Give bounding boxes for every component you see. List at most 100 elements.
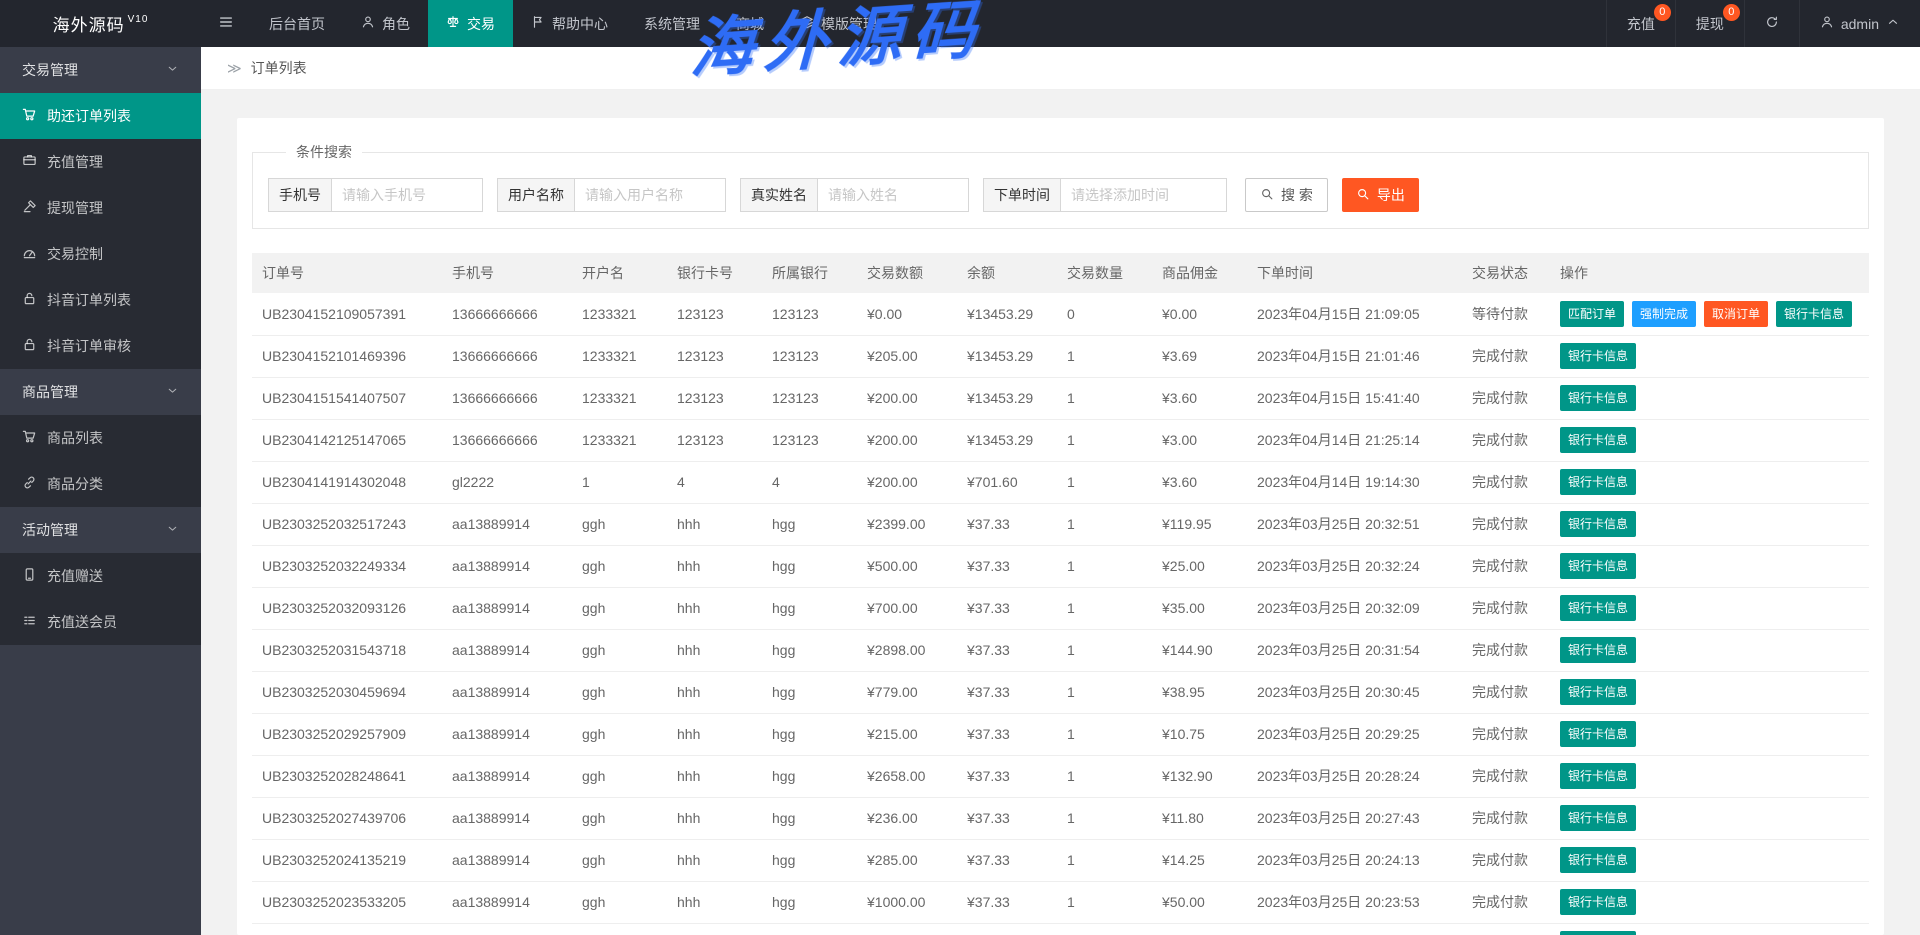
- flag-icon: [531, 15, 545, 32]
- nav-tab-mall[interactable]: 商城: [718, 0, 782, 47]
- order-time-filter-input[interactable]: [1061, 179, 1226, 211]
- sidebar-item-recharge-vip[interactable]: 充值送会员: [0, 599, 201, 645]
- row-actions: 银行卡信息: [1550, 545, 1869, 588]
- cell-phone: aa13889914: [442, 797, 572, 840]
- cell-bank: hgg: [762, 839, 857, 882]
- nav-tab-home[interactable]: 后台首页: [251, 0, 343, 47]
- cell-card-no: hhh: [667, 923, 762, 935]
- cell-quantity: 0: [1057, 293, 1152, 336]
- bank-card-info-button[interactable]: 银行卡信息: [1560, 721, 1637, 747]
- briefcase-icon: [22, 153, 37, 171]
- cell-order-no: UB2303252032249334: [252, 545, 442, 588]
- force-complete-button[interactable]: 强制完成: [1632, 300, 1697, 327]
- cell-order-time: 2023年03月25日 20:24:13: [1247, 839, 1462, 882]
- cell-card-no: hhh: [667, 713, 762, 756]
- bank-card-info-button[interactable]: 银行卡信息: [1560, 847, 1637, 873]
- cell-bank: 123123: [762, 335, 857, 378]
- sidebar-item-douyin-order-review[interactable]: 抖音订单审核: [0, 323, 201, 369]
- bank-card-info-button[interactable]: 银行卡信息: [1560, 679, 1637, 705]
- sidebar-item-assist-order-list[interactable]: 助还订单列表: [0, 93, 201, 139]
- cart-icon: [22, 107, 37, 125]
- bank-card-info-button[interactable]: 银行卡信息: [1560, 553, 1637, 579]
- bank-card-info-button[interactable]: 银行卡信息: [1776, 300, 1853, 327]
- cell-account-name: 1: [572, 461, 667, 504]
- bank-card-info-button[interactable]: 银行卡信息: [1560, 931, 1637, 935]
- cell-quantity: 1: [1057, 839, 1152, 882]
- sidebar-item-goods-category[interactable]: 商品分类: [0, 461, 201, 507]
- cell-bank: hgg: [762, 587, 857, 630]
- username-filter-input[interactable]: [575, 179, 725, 211]
- row-actions: 银行卡信息: [1550, 587, 1869, 630]
- bank-card-info-button[interactable]: 银行卡信息: [1560, 637, 1637, 663]
- bank-card-info-button[interactable]: 银行卡信息: [1560, 805, 1637, 831]
- cell-status: 完成付款: [1462, 671, 1550, 714]
- cell-order-no: UB2304141914302048: [252, 461, 442, 504]
- cell-status: 完成付款: [1462, 377, 1550, 420]
- sidebar-item-douyin-order-review-label: 抖音订单审核: [47, 338, 131, 354]
- cell-status: 完成付款: [1462, 587, 1550, 630]
- cell-bank: hgg: [762, 797, 857, 840]
- bank-card-info-button[interactable]: 银行卡信息: [1560, 427, 1637, 453]
- user-icon: [361, 15, 375, 32]
- cell-order-time: 2023年03月25日 20:31:54: [1247, 629, 1462, 672]
- sidebar-section-trade[interactable]: 交易管理: [0, 47, 201, 93]
- bank-card-info-button[interactable]: 银行卡信息: [1560, 889, 1637, 915]
- cell-bank: hgg: [762, 503, 857, 546]
- username-filter-label: 用户名称: [498, 179, 575, 211]
- scale-icon: [446, 15, 460, 32]
- phone-filter-input[interactable]: [332, 179, 482, 211]
- withdraw-nav-button[interactable]: 提现 0: [1674, 0, 1744, 47]
- bank-card-info-button[interactable]: 银行卡信息: [1560, 469, 1637, 495]
- table-row: UB2303252021584200aa13889917jjhhhxdd¥107…: [252, 923, 1869, 935]
- nav-tab-mall-label: 商城: [736, 15, 764, 32]
- cell-account-name: ggh: [572, 755, 667, 798]
- cell-balance: ¥37.33: [957, 629, 1057, 672]
- nav-tab-system[interactable]: 系统管理: [626, 0, 718, 47]
- row-actions: 银行卡信息: [1550, 419, 1869, 462]
- cell-quantity: 1: [1057, 713, 1152, 756]
- row-actions: 银行卡信息: [1550, 713, 1869, 756]
- double-chevron-icon: ≫: [227, 59, 242, 76]
- cell-status: 完成付款: [1462, 629, 1550, 672]
- search-legend: 条件搜索: [296, 144, 352, 160]
- recharge-nav-label: 充值: [1626, 15, 1655, 32]
- sidebar-section-activity[interactable]: 活动管理: [0, 507, 201, 553]
- refresh-button[interactable]: [1743, 0, 1799, 47]
- sidebar-section-goods[interactable]: 商品管理: [0, 369, 201, 415]
- sidebar-item-recharge-management[interactable]: 充值管理: [0, 139, 201, 185]
- recharge-nav-button[interactable]: 充值 0: [1605, 0, 1675, 47]
- column-header-card-no: 银行卡号: [667, 253, 762, 293]
- cancel-order-button[interactable]: 取消订单: [1704, 300, 1769, 327]
- bank-card-info-button[interactable]: 银行卡信息: [1560, 343, 1637, 369]
- username-filter: 用户名称: [497, 178, 726, 212]
- bank-card-info-button[interactable]: 银行卡信息: [1560, 511, 1637, 537]
- cell-order-no: UB2303252030459694: [252, 671, 442, 714]
- search-button[interactable]: 搜 索: [1245, 178, 1328, 212]
- cell-bank: hgg: [762, 629, 857, 672]
- row-actions: 银行卡信息: [1550, 377, 1869, 420]
- sidebar-item-douyin-order-list[interactable]: 抖音订单列表: [0, 277, 201, 323]
- cell-amount: ¥779.00: [857, 671, 957, 714]
- cell-order-time: 2023年04月14日 19:14:30: [1247, 461, 1462, 504]
- export-button[interactable]: 导出: [1341, 178, 1419, 212]
- cell-order-no: UB2303252029257909: [252, 713, 442, 756]
- nav-tab-templates[interactable]: 模版管理: [782, 0, 895, 47]
- bank-card-info-button[interactable]: 银行卡信息: [1560, 385, 1637, 411]
- nav-tab-roles[interactable]: 角色: [343, 0, 428, 47]
- user-menu-button[interactable]: admin: [1798, 0, 1920, 47]
- realname-filter-input[interactable]: [818, 179, 968, 211]
- nav-tab-trade[interactable]: 交易: [428, 0, 513, 47]
- cell-balance: ¥37.33: [957, 671, 1057, 714]
- match-order-button[interactable]: 匹配订单: [1560, 300, 1625, 327]
- sidebar-item-goods-list[interactable]: 商品列表: [0, 415, 201, 461]
- sidebar-item-trade-control[interactable]: 交易控制: [0, 231, 201, 277]
- bank-card-info-button[interactable]: 银行卡信息: [1560, 763, 1637, 789]
- menu-toggle-button[interactable]: [201, 0, 251, 47]
- sidebar-item-recharge-gift[interactable]: 充值赠送: [0, 553, 201, 599]
- bank-card-info-button[interactable]: 银行卡信息: [1560, 595, 1637, 621]
- cell-card-no: hhh: [667, 755, 762, 798]
- nav-tab-help-center[interactable]: 帮助中心: [513, 0, 626, 47]
- gavel-icon: [22, 199, 37, 217]
- sidebar-item-withdraw-management[interactable]: 提现管理: [0, 185, 201, 231]
- cell-bank: 123123: [762, 419, 857, 462]
